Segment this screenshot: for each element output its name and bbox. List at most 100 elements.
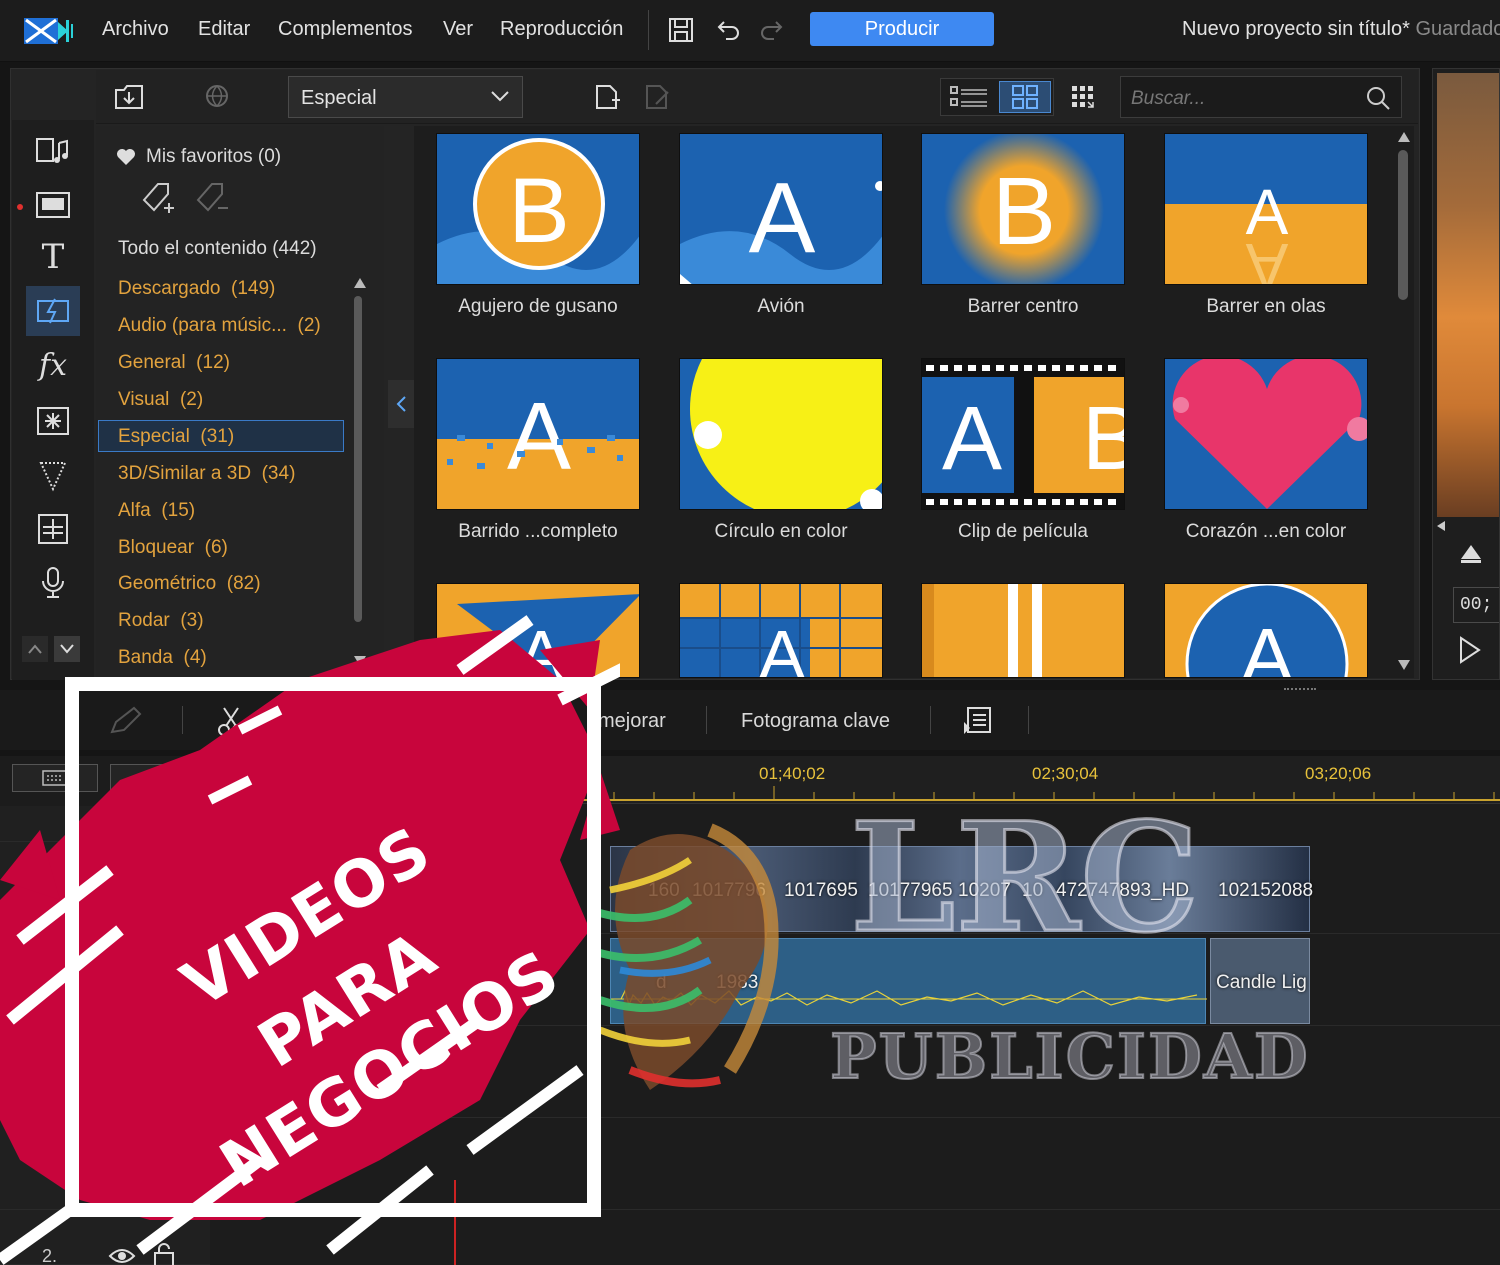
chevron-down-icon (491, 91, 509, 102)
transition-thumbnail[interactable]: A (436, 358, 640, 510)
collapse-tree-button[interactable] (388, 380, 414, 428)
search-placeholder: Buscar... (1131, 88, 1206, 109)
favorites-item[interactable]: Mis favoritos (0) (146, 146, 281, 168)
timecode-display[interactable]: 00; (1453, 587, 1499, 623)
produce-button[interactable]: Producir (810, 12, 994, 46)
pen-icon[interactable] (106, 704, 146, 738)
toolbar-separator (706, 706, 707, 734)
fit-timeline-button[interactable] (110, 764, 196, 792)
keyframe-button[interactable]: Fotograma clave (741, 710, 890, 733)
transition-thumbnail[interactable]: A (679, 583, 883, 678)
audio-clip[interactable] (610, 938, 1207, 1024)
eye-icon[interactable] (108, 1246, 136, 1265)
list-view-button[interactable] (943, 81, 995, 113)
playhead-line (454, 1180, 456, 1265)
grid-dense-view-icon[interactable] (1068, 82, 1098, 112)
video-room-icon[interactable] (26, 180, 80, 230)
transition-thumbnail[interactable]: B (921, 133, 1125, 285)
eye-icon[interactable] (108, 1154, 136, 1174)
project-name: Nuevo proyecto sin título* (1182, 18, 1410, 40)
save-icon[interactable] (666, 15, 696, 45)
track-number: 2. (42, 1246, 58, 1265)
media-room-icon[interactable] (26, 126, 80, 176)
prev-frame-icon[interactable] (1433, 519, 1453, 533)
import-icon[interactable] (112, 82, 146, 112)
category-especial[interactable]: Especial (31) (118, 426, 234, 448)
category-banda[interactable]: Banda (4) (118, 647, 207, 669)
add-tag-icon[interactable] (138, 178, 178, 218)
svg-text:A: A (507, 383, 571, 490)
scissors-icon[interactable] (214, 704, 248, 738)
svg-text:A: A (749, 162, 816, 274)
video-track-2[interactable] (210, 1026, 1500, 1118)
transition-label: Círculo en color (714, 521, 848, 542)
voice-record-icon[interactable] (26, 558, 80, 608)
category-general[interactable]: General (12) (118, 352, 230, 374)
transition-thumbnail[interactable] (679, 358, 883, 510)
remove-tag-icon[interactable] (192, 178, 232, 218)
transition-thumbnail[interactable]: AB (921, 358, 1125, 510)
play-icon[interactable] (1457, 635, 1483, 665)
subtitle-room-icon[interactable] (26, 504, 80, 554)
more-features-icon[interactable] (962, 706, 994, 736)
category-dropdown[interactable]: Especial (288, 76, 523, 118)
category-descargado[interactable]: Descargado (149) (118, 278, 275, 300)
transition-thumbnail[interactable] (1164, 358, 1368, 510)
ruler-label: 02;30;04 (1032, 764, 1099, 783)
lock-icon[interactable] (152, 1150, 176, 1176)
tool-mejorar[interactable]: mejorar (598, 710, 666, 733)
transition-room-icon[interactable] (26, 286, 80, 336)
grid-scroll-down-icon[interactable] (1396, 658, 1412, 672)
tool-corregir-partial[interactable]: Corr (508, 710, 547, 733)
menu-archivo[interactable]: Archivo (102, 18, 169, 41)
category-visual[interactable]: Visual (2) (118, 389, 203, 411)
particle-room-icon[interactable] (26, 396, 80, 446)
audio-track-2[interactable] (210, 1118, 1500, 1210)
video-clip-label: 472747893_HD (1056, 880, 1190, 901)
transition-thumbnail[interactable] (921, 583, 1125, 678)
transition-thumbnail[interactable]: A (436, 583, 640, 678)
transition-thumbnail[interactable]: B (436, 133, 640, 285)
panel-resize-handle[interactable] (1284, 688, 1316, 692)
category-audio[interactable]: Audio (para músic... (2) (118, 315, 321, 337)
lock-icon[interactable] (152, 1242, 176, 1265)
transition-thumbnail[interactable]: A (679, 133, 883, 285)
grid-scrollbar[interactable] (1398, 150, 1408, 300)
list-view-icon (950, 86, 987, 107)
transition-thumbnail[interactable]: A (1164, 583, 1368, 678)
tool-herramientas-partial[interactable]: He (300, 710, 326, 733)
library-search-input[interactable]: Buscar... (1120, 76, 1402, 118)
tree-scroll-down-icon[interactable] (352, 654, 368, 668)
all-content-item[interactable]: Todo el contenido (442) (118, 238, 317, 260)
thumbnail-view-button[interactable] (999, 81, 1051, 113)
rail-scroll-down-icon[interactable] (54, 636, 80, 662)
download-content-icon[interactable] (202, 82, 232, 112)
category-rodar[interactable]: Rodar (3) (118, 610, 204, 632)
tree-scrollbar[interactable] (354, 296, 362, 622)
menu-editar[interactable]: Editar (198, 18, 250, 41)
rail-scroll-up-icon[interactable] (22, 636, 48, 662)
category-alfa[interactable]: Alfa (15) (118, 500, 195, 522)
add-template-icon[interactable] (592, 82, 622, 112)
ruler-label: 01;40;02 (759, 764, 826, 783)
menu-complementos[interactable]: Complementos (278, 18, 413, 41)
category-geometrico[interactable]: Geométrico (82) (118, 573, 261, 595)
menu-ver[interactable]: Ver (443, 18, 473, 41)
undo-icon[interactable] (712, 15, 742, 45)
transition-thumbnail[interactable]: AA (1164, 133, 1368, 285)
track-manager-button[interactable] (12, 764, 98, 792)
playhead-slider-icon[interactable] (1459, 543, 1483, 565)
title-room-icon[interactable]: T (26, 232, 80, 282)
search-icon[interactable] (1365, 85, 1391, 111)
category-3d[interactable]: 3D/Similar a 3D (34) (118, 463, 295, 485)
transition-label: Clip de película (958, 521, 1088, 542)
edit-template-icon[interactable] (642, 82, 672, 112)
redo-icon[interactable] (758, 15, 788, 45)
menu-reproduccion[interactable]: Reproducción (500, 18, 623, 41)
fx-room-icon[interactable]: fx (26, 340, 80, 390)
pip-room-icon[interactable] (26, 450, 80, 500)
app-logo-icon (24, 18, 73, 44)
tree-scroll-up-icon[interactable] (352, 276, 368, 290)
grid-scroll-up-icon[interactable] (1396, 130, 1412, 144)
category-bloquear[interactable]: Bloquear (6) (118, 537, 228, 559)
